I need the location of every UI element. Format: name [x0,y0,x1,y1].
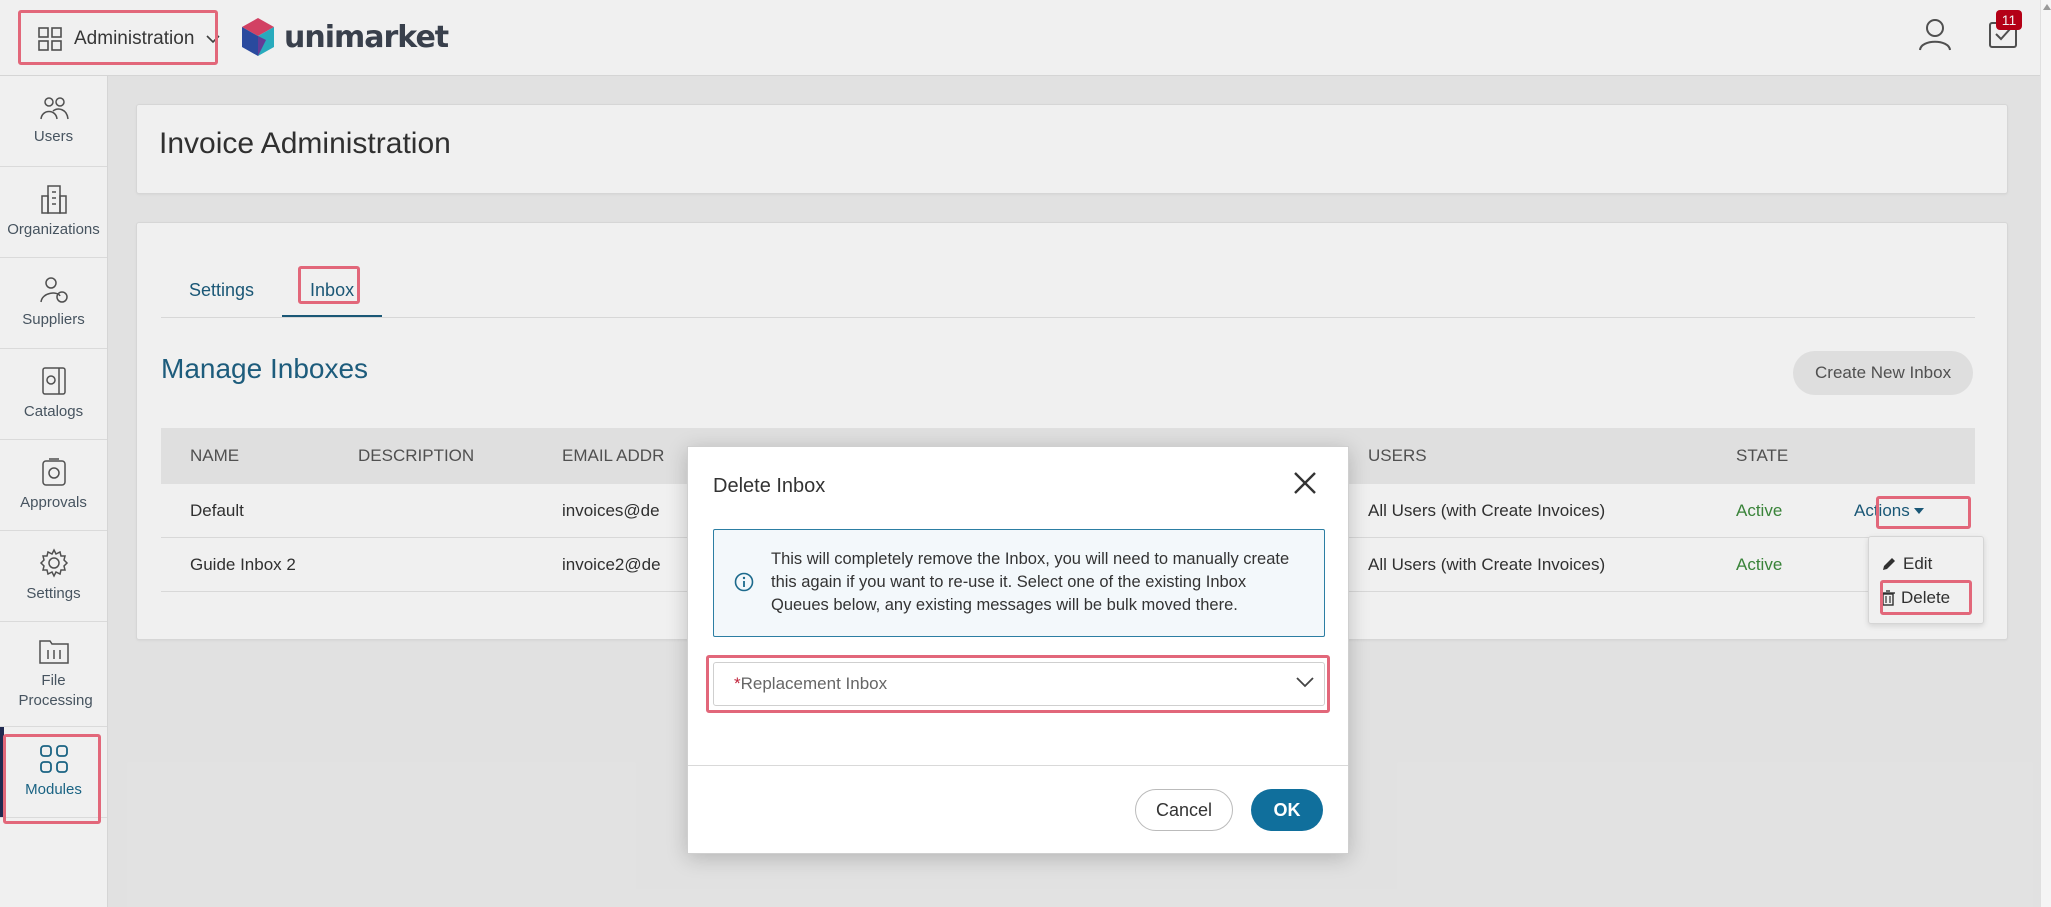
chevron-down-icon [1296,677,1314,688]
cancel-button[interactable]: Cancel [1135,789,1233,831]
dialog-divider [688,765,1348,766]
page-scrollbar[interactable] [2040,0,2051,907]
info-alert: This will completely remove the Inbox, y… [713,529,1325,637]
info-message: This will completely remove the Inbox, y… [771,550,1290,614]
required-marker: * [734,674,741,693]
select-placeholder: Replacement Inbox [740,674,888,693]
info-icon [734,572,754,592]
replacement-inbox-select[interactable]: * Replacement Inbox [713,662,1325,706]
close-icon[interactable] [1293,471,1317,495]
ok-button[interactable]: OK [1251,789,1323,831]
dialog-title: Delete Inbox [713,475,826,497]
delete-inbox-dialog: Delete Inbox This will completely remove… [687,446,1349,854]
scroll-up-arrow-icon[interactable] [2043,4,2051,10]
